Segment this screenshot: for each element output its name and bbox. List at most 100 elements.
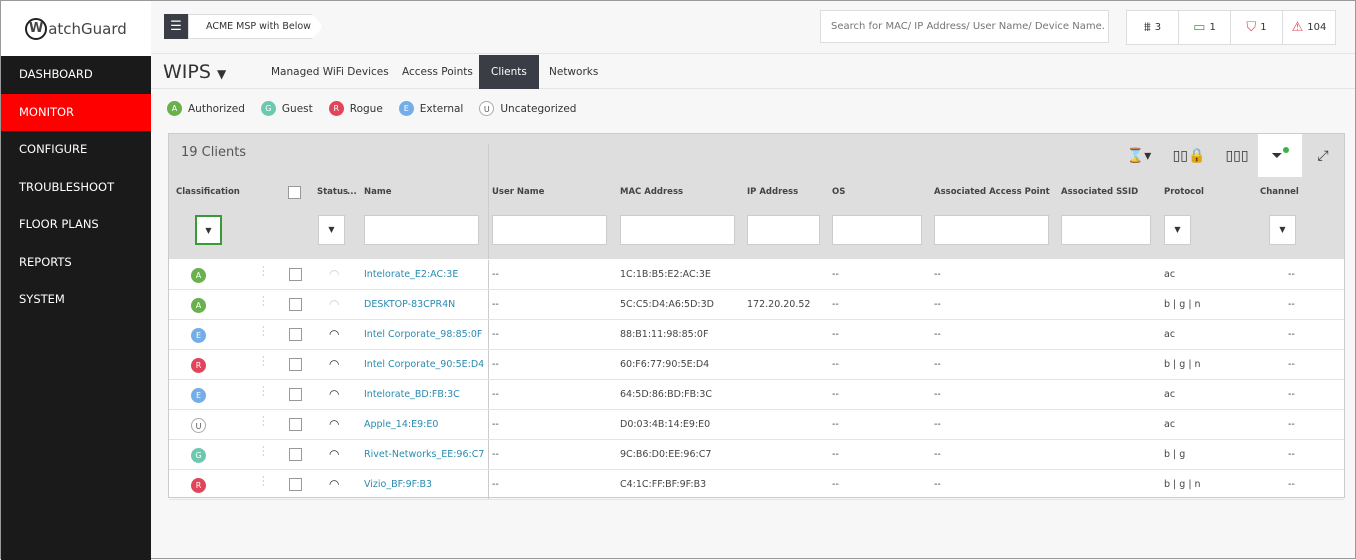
table-row[interactable]: A · · · ◠ DESKTOP-83CPR4N -- 5C:C5:D4:A6:5… [169,290,1344,320]
sidebar-item-troubleshoot[interactable]: TROUBLESHOOT [1,169,151,207]
row-menu-icon[interactable]: · · · [262,444,265,460]
table-row[interactable]: R · · · ◠ Intel Corporate_90:5E:D4 -- 60:F… [169,350,1344,380]
sidebar-item-configure[interactable]: CONFIGURE [1,131,151,169]
row-menu-icon[interactable]: · · · [262,474,265,490]
legend-uncategorized[interactable]: U Uncategorized [479,101,576,116]
table-row[interactable]: U · · · ◠ Apple_14:E9:E0 -- D0:03:4B:14:E9… [169,410,1344,440]
column-header-user-name[interactable]: User Name [492,187,544,197]
row-checkbox[interactable] [289,358,302,371]
column-header-name[interactable]: Name [364,187,391,197]
row-checkbox[interactable] [289,388,302,401]
protocol: b | g | n [1164,299,1201,310]
stat-warning[interactable]: ⚠ 104 [1283,11,1335,44]
os: -- [832,419,839,430]
column-lock-icon[interactable]: ▯▯🔒 [1167,134,1211,177]
tab-clients[interactable]: Clients [479,55,539,89]
tab-networks[interactable]: Networks [537,55,610,89]
column-header-os[interactable]: OS [832,187,845,197]
row-menu-icon[interactable]: · · · [262,354,265,370]
columns-icon[interactable]: ▯▯▯ [1215,134,1259,177]
sidebar-item-reports[interactable]: REPORTS [1,244,151,282]
table-row[interactable]: E · · · ◠ Intelorate_BD:FB:3C -- 64:5D:86:… [169,380,1344,410]
access-point: -- [934,389,941,400]
row-menu-icon[interactable]: · · · [262,324,265,340]
client-name-link[interactable]: Rivet-Networks_EE:96:C7 [364,449,484,460]
legend-guest[interactable]: G Guest [260,101,313,116]
sidebar-item-system[interactable]: SYSTEM [1,281,151,319]
wips-dropdown[interactable]: WIPS ▼ [163,61,226,83]
search-input[interactable] [820,10,1109,43]
column-header-protocol[interactable]: Protocol [1164,187,1204,197]
row-menu-icon[interactable]: · · · [262,384,265,400]
username-filter-input[interactable] [492,215,607,245]
ssid-filter-input[interactable] [1061,215,1151,245]
menu-icon[interactable]: ☰ [164,14,188,39]
badge-E: E [398,101,414,116]
table-row[interactable]: A · · · ◠ Intelorate_E2:AC:3E -- 1C:1B:B5:… [169,260,1344,290]
ap-filter-input[interactable] [934,215,1049,245]
row-checkbox[interactable] [289,328,302,341]
badge-R: R [328,101,344,116]
filter-icon[interactable]: ⏷ [1258,134,1302,177]
mac-address: D0:03:4B:14:E9:E0 [620,419,711,430]
sidebar-item-floor-plans[interactable]: FLOOR PLANS [1,206,151,244]
column-header-associated-access-point[interactable]: Associated Access Point [934,187,1050,197]
legend-rogue[interactable]: R Rogue [328,101,383,116]
table-row[interactable]: E · · · ◠ Intel Corporate_98:85:0F -- 88:B… [169,320,1344,350]
breadcrumb[interactable]: ACME MSP with Below ... [188,14,323,39]
wifi-signal-icon: ◠ [329,327,340,341]
wifi-signal-icon: ◠ [329,357,340,371]
row-menu-icon[interactable]: · · · [262,294,265,310]
stat-shield[interactable]: ⛉ 1 [1231,11,1283,44]
row-menu-icon[interactable]: · · · [262,414,265,430]
tab-access-points[interactable]: Access Points [390,55,485,89]
column-header--[interactable]: ... [347,187,357,197]
client-name-link[interactable]: Vizio_BF:9F:B3 [364,479,432,490]
table-row[interactable]: G · · · ◠ Rivet-Networks_EE:96:C7 -- 9C:B6… [169,440,1344,470]
row-menu-icon[interactable]: · · · [262,264,265,280]
os-filter-input[interactable] [832,215,922,245]
badge-G: G [260,101,276,116]
legend-external[interactable]: E External [398,101,463,116]
sidebar-item-monitor[interactable]: MONITOR [1,93,151,131]
row-checkbox[interactable] [289,268,302,281]
column-header-associated-ssid[interactable]: Associated SSID [1061,187,1138,197]
name-filter-input[interactable] [364,215,479,245]
watchguard-logo[interactable]: WatchGuard [1,1,151,56]
column-header-ip-address[interactable]: IP Address [747,187,798,197]
client-name-link[interactable]: Intel Corporate_98:85:0F [364,329,482,340]
user-name: -- [492,359,499,370]
row-checkbox[interactable] [289,448,302,461]
client-name-link[interactable]: Intelorate_E2:AC:3E [364,269,458,280]
classification-filter[interactable]: ▼ [195,215,222,245]
tab-managed-wifi-devices[interactable]: Managed WiFi Devices [259,55,401,89]
stat-access-point[interactable]: ⩩ 3 [1127,11,1179,44]
select-all-checkbox[interactable] [288,186,301,199]
ip-filter-input[interactable] [747,215,820,245]
sidebar-item-dashboard[interactable]: DASHBOARD [1,56,151,94]
client-name-link[interactable]: DESKTOP-83CPR4N [364,299,455,310]
column-header-classification[interactable]: Classification [176,187,240,197]
legend-authorized[interactable]: A Authorized [167,101,245,116]
client-name-link[interactable]: Intelorate_BD:FB:3C [364,389,460,400]
status-filter[interactable]: ▼ [318,215,345,245]
protocol-filter[interactable]: ▼ [1164,215,1191,245]
os: -- [832,479,839,490]
row-checkbox[interactable] [289,298,302,311]
row-checkbox[interactable] [289,418,302,431]
column-header-mac-address[interactable]: MAC Address [620,187,683,197]
classification-badge: G [191,448,206,463]
user-name: -- [492,389,499,400]
time-range-icon[interactable]: ⌛▾ [1117,134,1161,177]
client-name-link[interactable]: Apple_14:E9:E0 [364,419,438,430]
channel-filter[interactable]: ▼ [1269,215,1296,245]
column-header-status[interactable]: Status [317,187,348,197]
row-checkbox[interactable] [289,478,302,491]
table-row[interactable]: R · · · ◠ Vizio_BF:9F:B3 -- C4:1C:FF:BF:9F… [169,470,1344,500]
mac-filter-input[interactable] [620,215,735,245]
client-name-link[interactable]: Intel Corporate_90:5E:D4 [364,359,484,370]
expand-icon[interactable]: ⤢ [1301,134,1345,177]
os: -- [832,449,839,460]
column-header-channel[interactable]: Channel [1260,187,1299,197]
stat-laptop[interactable]: ▭ 1 [1179,11,1231,44]
